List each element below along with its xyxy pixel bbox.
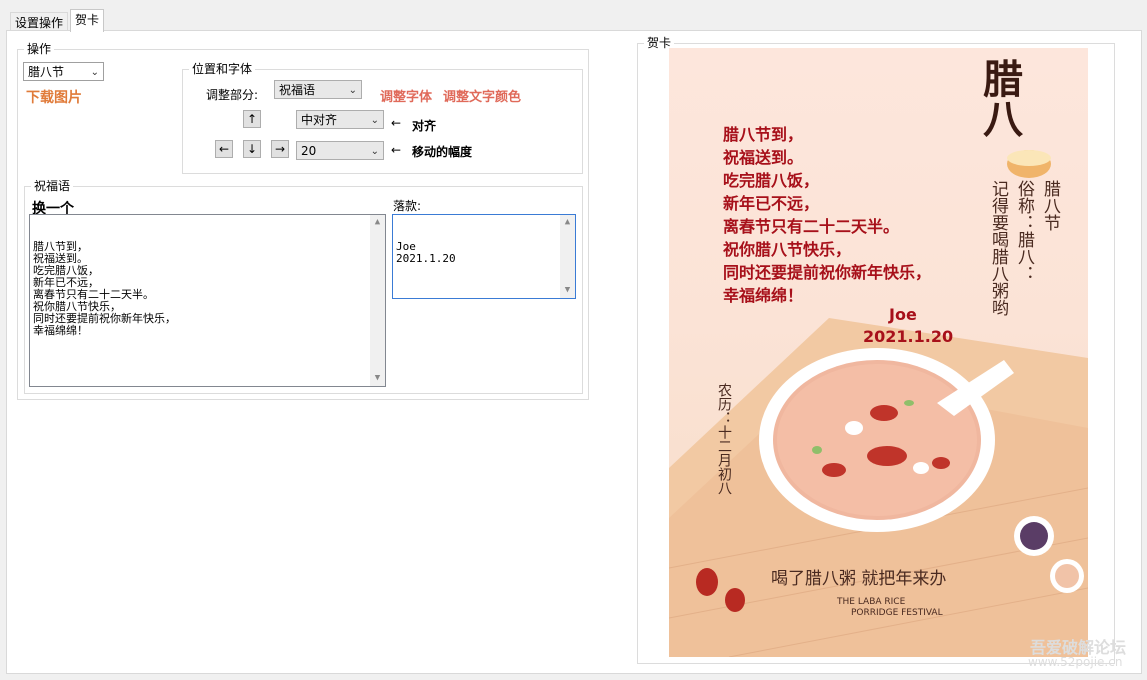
festival-combo[interactable]: 腊八节 ⌄ bbox=[23, 62, 104, 81]
move-up-button[interactable]: ↑ bbox=[243, 110, 261, 128]
tab-card[interactable]: 贺卡 bbox=[70, 9, 105, 32]
blessing-scrollbar[interactable]: ▲ ▼ bbox=[370, 215, 385, 386]
step-label: 移动的幅度 bbox=[412, 145, 473, 159]
adjust-font-link[interactable]: 调整字体 bbox=[380, 86, 432, 105]
signature-text: Joe 2021.1.20 bbox=[396, 240, 456, 265]
card-signature-name: Joe bbox=[889, 305, 917, 324]
adjust-part-label: 调整部分: bbox=[206, 88, 259, 102]
pointer-arrow-icon: ← bbox=[391, 143, 402, 157]
pointer-arrow-icon: ← bbox=[391, 116, 402, 130]
step-value: 20 bbox=[301, 144, 317, 158]
greeting-card-image: 腊八节到， 祝福送到。 吃完腊八饭， 新年已不远， 离春节只有二十二天半。 祝你… bbox=[669, 48, 1088, 657]
chevron-down-icon: ⌄ bbox=[90, 67, 99, 78]
chevron-down-icon: ⌄ bbox=[370, 115, 379, 126]
card-vertical-col1: 腊八节 bbox=[1040, 180, 1060, 231]
scroll-down-icon[interactable]: ▼ bbox=[370, 371, 385, 386]
chevron-down-icon: ⌄ bbox=[370, 146, 379, 157]
scroll-down-icon[interactable]: ▼ bbox=[560, 283, 575, 298]
tab-strip bbox=[0, 0, 1147, 30]
card-line: 祝福送到。 bbox=[723, 148, 804, 167]
card-title: 腊八 bbox=[976, 58, 1023, 138]
card-lunar-date: 农历：十二月初八 bbox=[716, 383, 732, 495]
card-vertical-col2: 俗称：腊八： bbox=[1014, 180, 1034, 282]
adjust-part-value: 祝福语 bbox=[279, 83, 316, 97]
card-line: 幸福绵绵！ bbox=[723, 286, 804, 305]
card-line: 祝你腊八节快乐， bbox=[723, 240, 852, 259]
blessing-text: 腊八节到， 祝福送到。 吃完腊八饭， 新年已不远， 离春节只有二十二天半。 祝你… bbox=[33, 240, 176, 337]
signature-label: 落款: bbox=[393, 199, 422, 213]
scroll-up-icon[interactable]: ▲ bbox=[560, 215, 575, 230]
card-line: 离春节只有二十二天半。 bbox=[723, 217, 900, 236]
festival-combo-value: 腊八节 bbox=[28, 65, 65, 79]
move-left-button[interactable]: ← bbox=[215, 140, 233, 158]
move-right-button[interactable]: → bbox=[271, 140, 289, 158]
align-label: 对齐 bbox=[412, 119, 437, 133]
position-font-group-title: 位置和字体 bbox=[189, 62, 256, 76]
adjust-part-combo[interactable]: 祝福语 ⌄ bbox=[274, 80, 362, 99]
watermark-url: www.52pojie.cn bbox=[1028, 655, 1123, 669]
chevron-down-icon: ⌄ bbox=[348, 85, 357, 96]
card-english-line1: THE LABA RICE bbox=[837, 597, 906, 607]
signature-scrollbar[interactable]: ▲ ▼ bbox=[560, 215, 575, 298]
card-line: 同时还要提前祝你新年快乐， bbox=[723, 263, 932, 282]
blessing-textarea[interactable]: 腊八节到， 祝福送到。 吃完腊八饭， 新年已不远， 离春节只有二十二天半。 祝你… bbox=[29, 214, 386, 387]
card-slogan: 喝了腊八粥 就把年来办 bbox=[771, 569, 947, 589]
card-signature-date: 2021.1.20 bbox=[863, 327, 954, 346]
card-line: 吃完腊八饭， bbox=[723, 171, 820, 190]
move-down-button[interactable]: ↓ bbox=[243, 140, 261, 158]
card-line: 腊八节到， bbox=[723, 125, 804, 144]
download-image-link[interactable]: 下载图片 bbox=[26, 87, 82, 107]
card-english-line2: PORRIDGE FESTIVAL bbox=[851, 608, 943, 618]
blessing-group-title: 祝福语 bbox=[31, 179, 74, 193]
operations-group-title: 操作 bbox=[24, 42, 55, 56]
step-combo[interactable]: 20 ⌄ bbox=[296, 141, 384, 160]
adjust-text-color-link[interactable]: 调整文字颜色 bbox=[443, 86, 521, 105]
card-vertical-col3: 记得要喝腊八粥哟 bbox=[988, 180, 1008, 316]
align-combo[interactable]: 中对齐 ⌄ bbox=[296, 110, 384, 129]
card-line: 新年已不远， bbox=[723, 194, 820, 213]
signature-textarea[interactable]: Joe 2021.1.20 ▲ ▼ bbox=[392, 214, 576, 299]
align-value: 中对齐 bbox=[301, 113, 338, 127]
scroll-up-icon[interactable]: ▲ bbox=[370, 215, 385, 230]
